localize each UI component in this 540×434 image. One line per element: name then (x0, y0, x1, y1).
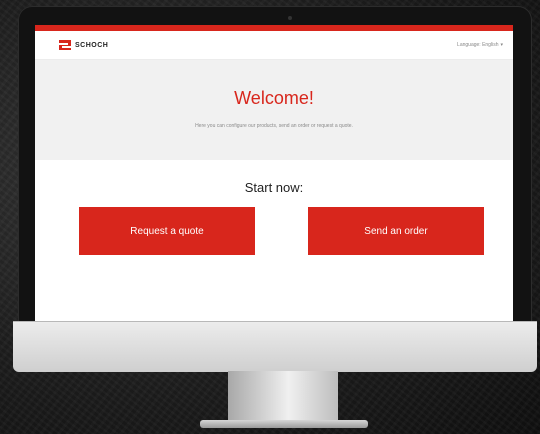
request-quote-button[interactable]: Request a quote (79, 207, 255, 255)
language-label: Language: English (457, 42, 499, 48)
hero-subtitle: Here you can configure our products, sen… (195, 123, 353, 129)
monitor-stand-neck (228, 371, 338, 423)
monitor-screen: SCHOCH Language: English ▾ Welcome! Here… (35, 25, 513, 321)
hero-section: Welcome! Here you can configure our prod… (35, 60, 513, 160)
action-buttons: Request a quote Send an order (35, 207, 513, 255)
chevron-down-icon: ▾ (500, 42, 503, 48)
language-selector[interactable]: Language: English ▾ (457, 42, 503, 48)
page-title: Welcome! (234, 88, 314, 108)
camera-dot (288, 16, 292, 20)
start-now-heading: Start now: (244, 180, 304, 195)
monitor-chin (13, 321, 537, 372)
logo-text: SCHOCH (75, 41, 109, 49)
send-order-button[interactable]: Send an order (308, 207, 484, 255)
brand-logo[interactable]: SCHOCH (59, 40, 108, 50)
logo-icon (59, 40, 71, 50)
monitor-stand-foot (200, 420, 368, 428)
site-header: SCHOCH Language: English ▾ (35, 31, 513, 60)
